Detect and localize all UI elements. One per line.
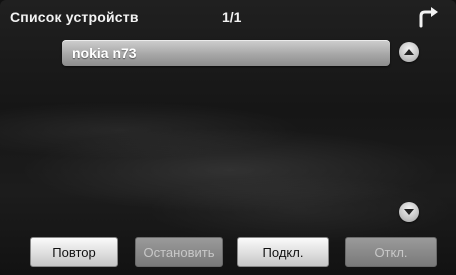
back-button[interactable] xyxy=(414,6,442,30)
scroll-down-icon xyxy=(404,209,414,215)
device-list-screen: Список устройств 1/1 nokia n73 Повтор Ос… xyxy=(0,0,456,275)
back-arrow-icon xyxy=(419,7,438,28)
action-toolbar: Повтор Остановить Подкл. Откл. xyxy=(0,233,456,271)
retry-button[interactable]: Повтор xyxy=(30,237,118,267)
scroll-up-button[interactable] xyxy=(399,42,419,62)
connect-button[interactable]: Подкл. xyxy=(237,237,329,267)
device-name: nokia n73 xyxy=(72,45,137,61)
disconnect-button[interactable]: Откл. xyxy=(345,237,437,267)
page-indicator: 1/1 xyxy=(222,9,242,25)
stop-button[interactable]: Остановить xyxy=(135,237,223,267)
scroll-up-icon xyxy=(404,49,414,55)
scroll-down-button[interactable] xyxy=(399,202,419,222)
device-list: nokia n73 xyxy=(62,40,392,230)
page-title: Список устройств xyxy=(10,9,139,25)
device-list-item[interactable]: nokia n73 xyxy=(62,40,390,66)
header-bar: Список устройств 1/1 xyxy=(0,0,456,36)
